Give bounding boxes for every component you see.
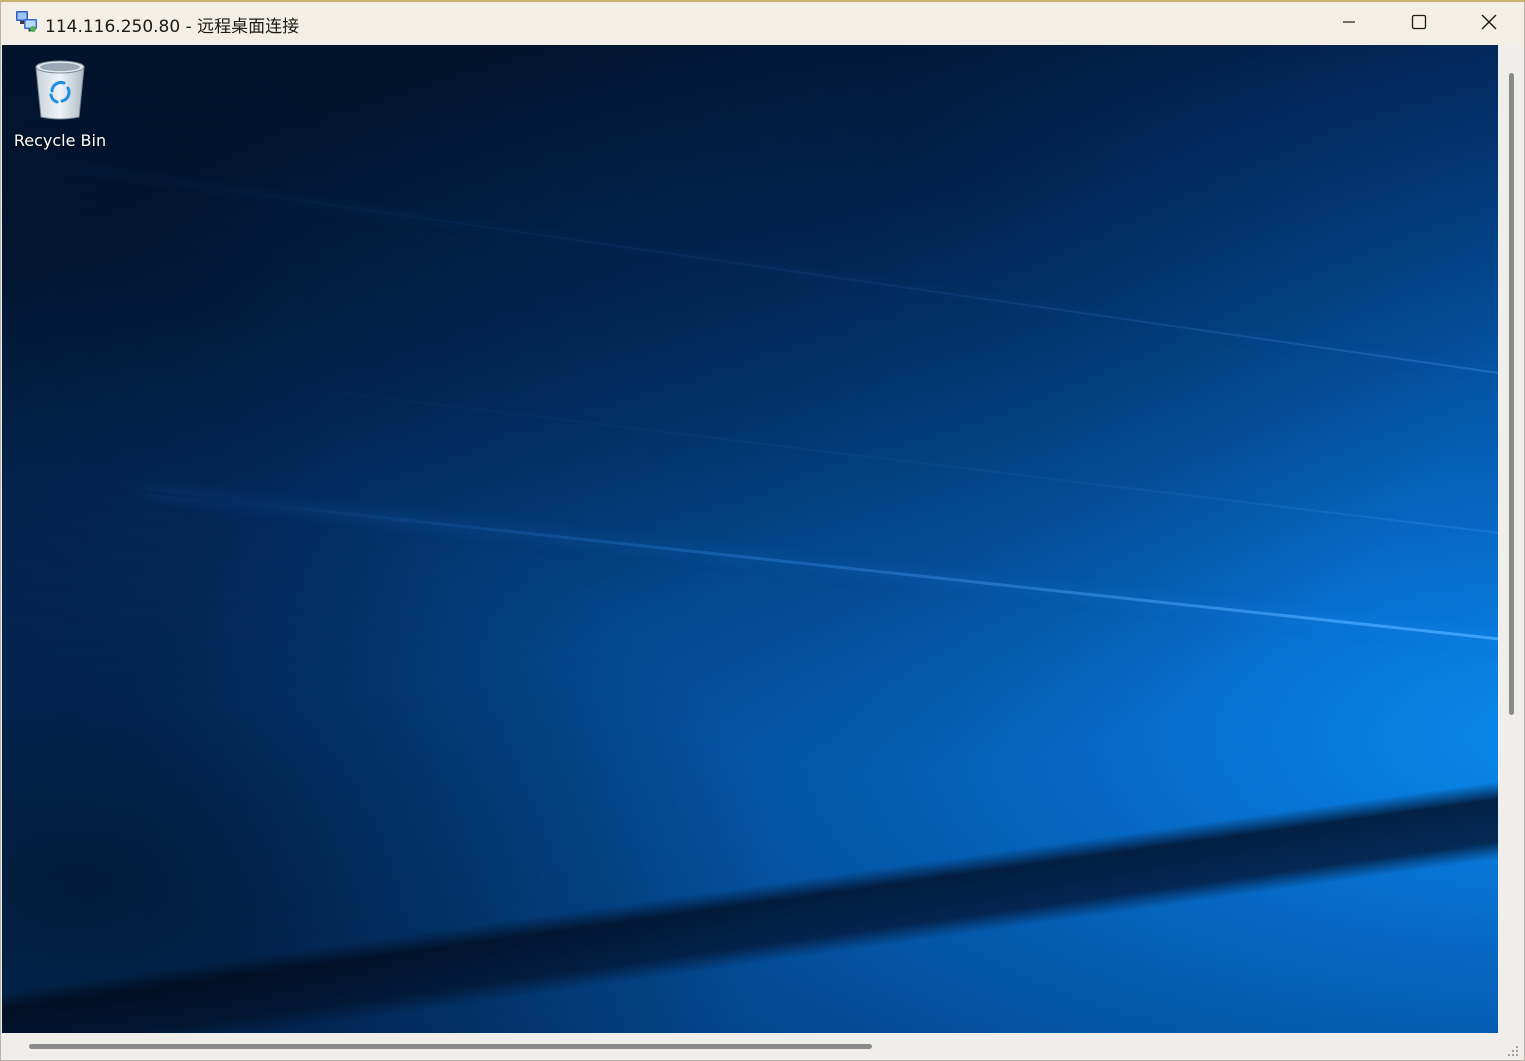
remote-desktop-icon [14,10,40,34]
window-title: 114.116.250.80 - 远程桌面连接 [45,17,300,37]
horizontal-scroll-thumb[interactable] [29,1044,872,1049]
close-button[interactable] [1454,2,1524,45]
vertical-scrollbar[interactable] [1498,45,1524,1033]
horizontal-scrollbar[interactable] [2,1033,1498,1060]
remote-desktop-window: 114.116.250.80 - 远程桌面连接 Recycle Bin [0,0,1525,1061]
close-icon [1480,13,1498,35]
desktop-icon-recycle-bin[interactable]: Recycle Bin [12,55,108,150]
maximize-icon [1411,14,1427,34]
desktop-icon-label: Recycle Bin [13,131,107,150]
remote-desktop-area[interactable]: Recycle Bin [2,45,1498,1033]
minimize-icon [1341,14,1357,34]
wallpaper-shading [2,45,1498,1033]
minimize-button[interactable] [1314,2,1384,45]
maximize-button[interactable] [1384,2,1454,45]
resize-grip-icon[interactable] [1506,1043,1520,1057]
title-bar[interactable]: 114.116.250.80 - 远程桌面连接 [1,2,1524,45]
vertical-scroll-thumb[interactable] [1509,73,1514,715]
recycle-bin-icon [30,55,90,121]
